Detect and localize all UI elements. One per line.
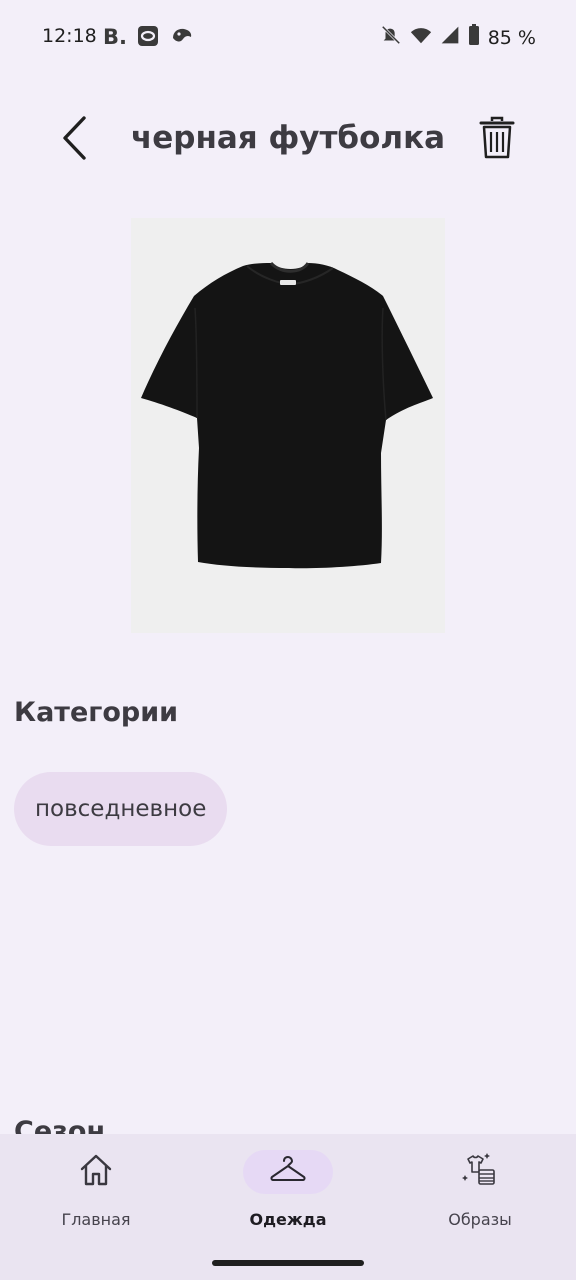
outfits-icon — [461, 1151, 499, 1194]
nav-label-clothes: Одежда — [249, 1210, 327, 1229]
delete-button[interactable] — [470, 112, 524, 168]
home-icon — [78, 1152, 114, 1193]
battery-percentage: 85 % — [487, 26, 536, 49]
app-icon — [170, 24, 194, 53]
product-image — [131, 218, 445, 633]
nav-label-home: Главная — [61, 1210, 131, 1229]
signal-icon — [440, 25, 460, 50]
status-notification-icons: B. — [102, 24, 194, 53]
bottom-navigation: Главная Одежда Образы — [0, 1134, 576, 1280]
vk-icon: B. — [102, 24, 127, 53]
status-bar: 12:18 B. 85 % — [0, 0, 576, 72]
gesture-bar[interactable] — [212, 1260, 364, 1266]
mute-icon — [380, 24, 402, 51]
hanger-icon — [269, 1155, 307, 1190]
status-time: 12:18 — [42, 25, 97, 47]
nav-item-clothes[interactable]: Одежда — [198, 1150, 378, 1240]
tshirt-image — [131, 218, 445, 633]
nav-item-home[interactable]: Главная — [6, 1150, 186, 1240]
messenger-icon — [136, 24, 160, 53]
battery-icon — [468, 24, 480, 51]
active-indicator — [243, 1150, 333, 1194]
header: черная футболка — [0, 100, 576, 180]
season-title: Сезон — [14, 1116, 106, 1134]
trash-icon — [479, 116, 515, 165]
nav-label-outfits: Образы — [448, 1210, 512, 1229]
status-system-icons: 85 % — [380, 24, 536, 51]
svg-text:B.: B. — [103, 25, 126, 48]
nav-item-outfits[interactable]: Образы — [390, 1150, 570, 1240]
wifi-icon — [410, 24, 432, 51]
categories-title: Категории — [14, 697, 179, 728]
category-chip[interactable]: повседневное — [14, 772, 228, 846]
